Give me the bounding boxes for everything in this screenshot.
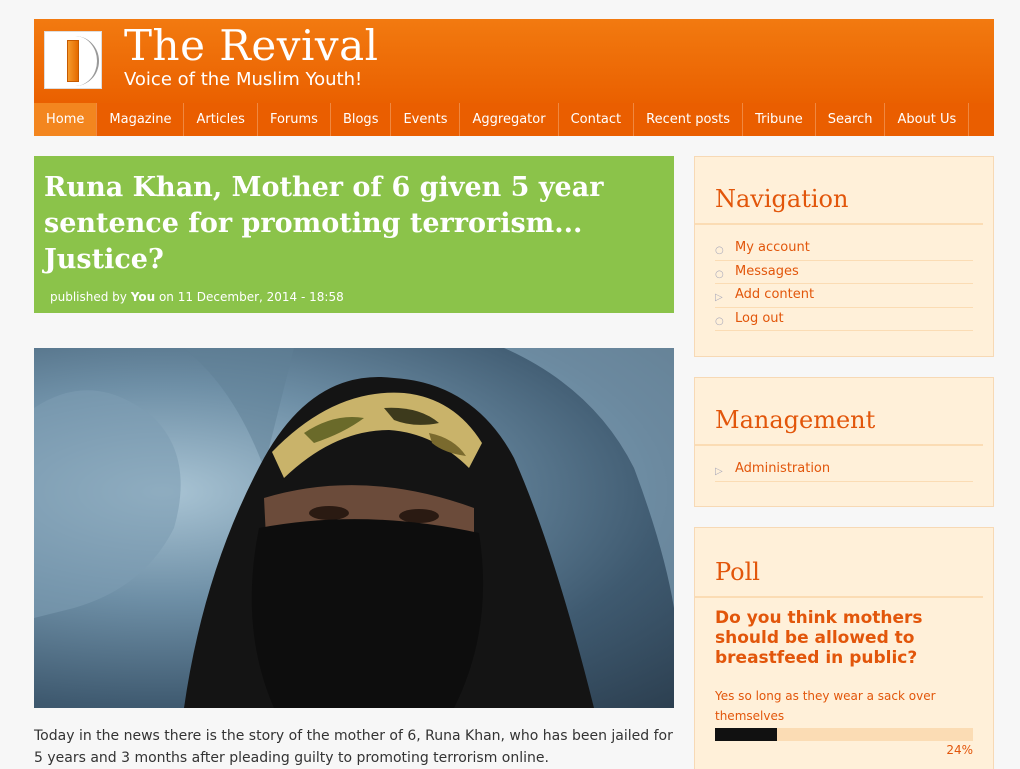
nav-item-recent-posts[interactable]: Recent posts (634, 103, 744, 136)
management-block-title: Management (695, 378, 983, 446)
menu-item-label: Log out (735, 310, 784, 326)
article-body: Today in the news there is the story of … (34, 728, 673, 766)
submitted-info: published by You on 11 December, 2014 - … (50, 290, 344, 304)
poll-block: Poll Do you think mothers should be allo… (694, 527, 994, 769)
menu-item-label: Add content (735, 287, 815, 302)
author-link[interactable]: You (131, 290, 155, 304)
menu-item-administration[interactable]: ▷ Administration (715, 458, 973, 482)
nav-item-blogs[interactable]: Blogs (331, 103, 392, 136)
nav-item-tribune[interactable]: Tribune (743, 103, 816, 136)
site-header: The Revival Voice of the Muslim Youth! (34, 19, 994, 103)
management-block: Management ▷ Administration (694, 377, 994, 507)
menu-item-label: My account (735, 240, 810, 255)
poll-result-bar (715, 728, 973, 741)
menu-item-label: Messages (735, 263, 799, 279)
nav-item-aggregator[interactable]: Aggregator (460, 103, 559, 136)
logo-bar (67, 40, 79, 82)
nav-item-forums[interactable]: Forums (258, 103, 331, 136)
triangle-bullet-icon: ▷ (715, 292, 723, 303)
nav-item-search[interactable]: Search (816, 103, 886, 136)
poll-question[interactable]: Do you think mothers should be allowed t… (695, 598, 993, 668)
navigation-block: Navigation ○ My account ○ Messages ▷ Add co… (694, 156, 994, 357)
circle-bullet-icon: ○ (715, 315, 724, 327)
circle-bullet-icon: ○ (715, 245, 724, 256)
poll-result-fill (715, 728, 777, 741)
poll-choice-label: Yes so long as they wear a sack over the… (715, 689, 936, 723)
navigation-block-title: Navigation (695, 157, 983, 225)
article-header: Runa Khan, Mother of 6 given 5 year sent… (34, 156, 674, 313)
nav-item-articles[interactable]: Articles (184, 103, 258, 136)
navigation-menu: ○ My account ○ Messages ▷ Add content ○ Log … (695, 225, 993, 331)
site-name[interactable]: The Revival (124, 21, 379, 70)
published-by-label: published by (50, 290, 127, 304)
main-nav: Home Magazine Articles Forums Blogs Even… (34, 103, 994, 136)
menu-item-my-account[interactable]: ○ My account (715, 237, 973, 261)
article-image (34, 348, 674, 708)
site-logo[interactable] (44, 31, 102, 89)
site-slogan: Voice of the Muslim Youth! (124, 69, 363, 90)
nav-item-magazine[interactable]: Magazine (97, 103, 185, 136)
article-photo (34, 348, 674, 708)
menu-item-add-content[interactable]: ▷ Add content (715, 284, 973, 308)
management-menu: ▷ Administration (695, 446, 993, 482)
page-title: Runa Khan, Mother of 6 given 5 year sent… (44, 172, 604, 275)
poll-block-title: Poll (695, 528, 983, 598)
menu-item-log-out[interactable]: ○ Log out (715, 308, 973, 331)
menu-item-label: Administration (735, 461, 831, 476)
nav-item-about-us[interactable]: About Us (885, 103, 970, 136)
nav-item-contact[interactable]: Contact (559, 103, 635, 136)
publish-date: on 11 December, 2014 - 18:58 (158, 290, 344, 304)
poll-percent: 24% (946, 743, 973, 757)
nav-item-home[interactable]: Home (34, 103, 98, 136)
circle-bullet-icon: ○ (715, 268, 724, 280)
triangle-bullet-icon: ▷ (715, 466, 723, 477)
nav-item-events[interactable]: Events (391, 103, 461, 136)
menu-item-messages[interactable]: ○ Messages (715, 261, 973, 284)
